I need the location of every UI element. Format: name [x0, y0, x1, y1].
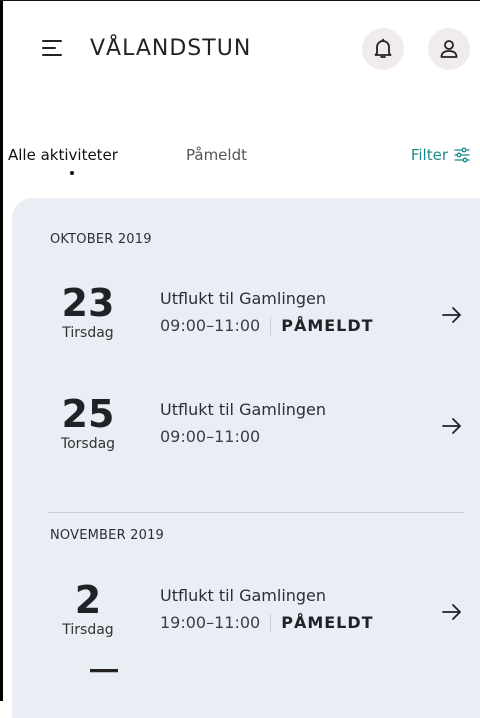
tab-bar: Alle aktiviteter Påmeldt Filter	[0, 140, 480, 180]
event-day-number: 2	[74, 578, 102, 622]
event-info: Utflukt til Gamlingen 09:00–11:00	[160, 400, 326, 446]
status-badge: PÅMELDT	[281, 613, 374, 632]
event-row[interactable]: 2 Tirsdag Utflukt til Gamlingen 19:00–11…	[48, 580, 468, 658]
bell-icon	[374, 38, 392, 58]
active-tab-indicator	[70, 171, 74, 175]
section-title-november: NOVEMBER 2019	[50, 528, 165, 543]
arrow-right-icon[interactable]	[438, 303, 468, 327]
event-meta: 09:00–11:00 PÅMELDT	[160, 316, 374, 335]
arrow-right-icon[interactable]	[438, 600, 468, 624]
event-date: 23 Tirsdag	[48, 283, 128, 341]
user-icon	[440, 40, 458, 58]
app-title: VÅLANDSTUN	[90, 36, 252, 61]
event-title: Utflukt til Gamlingen	[160, 586, 327, 605]
meta-separator	[270, 316, 272, 335]
app-header: VÅLANDSTUN	[30, 24, 472, 74]
event-time: 19:00–11:00	[160, 613, 261, 632]
section-divider	[48, 512, 464, 513]
event-day-number: 25	[61, 392, 115, 436]
event-meta: 09:00–11:00	[160, 427, 326, 446]
event-meta: 19:00–11:00 PÅMELDT	[160, 613, 374, 632]
window-edge	[0, 0, 3, 701]
meta-separator	[270, 613, 272, 632]
notifications-button[interactable]	[362, 28, 404, 70]
event-weekday: Tirsdag	[62, 325, 114, 341]
event-info: Utflukt til Gamlingen 19:00–11:00 PÅMELD…	[160, 586, 374, 632]
tab-all-activities[interactable]: Alle aktiviteter	[8, 146, 118, 164]
event-title: Utflukt til Gamlingen	[160, 289, 327, 308]
event-date: 2 Tirsdag	[48, 580, 128, 638]
event-title: Utflukt til Gamlingen	[160, 400, 327, 419]
filter-button[interactable]: Filter	[411, 146, 470, 164]
event-row[interactable]: 23 Tirsdag Utflukt til Gamlingen 09:00–1…	[48, 283, 468, 361]
event-weekday: Torsdag	[60, 436, 116, 452]
arrow-right-icon[interactable]	[438, 414, 468, 438]
filter-icon	[454, 147, 470, 163]
status-badge: PÅMELDT	[281, 316, 374, 335]
section-title-october: OKTOBER 2019	[50, 232, 152, 247]
event-weekday: Tirsdag	[62, 622, 114, 638]
profile-button[interactable]	[428, 28, 470, 70]
next-event-day-number-clipped	[90, 669, 118, 677]
window-edge-top	[0, 0, 480, 1]
event-time: 09:00–11:00	[160, 427, 261, 446]
event-time: 09:00–11:00	[160, 316, 261, 335]
event-date: 25 Torsdag	[48, 394, 128, 452]
event-day-number: 23	[61, 281, 115, 325]
hamburger-icon[interactable]	[42, 40, 64, 58]
filter-label: Filter	[410, 146, 448, 164]
event-row[interactable]: 25 Torsdag Utflukt til Gamlingen 09:00–1…	[48, 394, 468, 472]
tab-registered[interactable]: Påmeldt	[186, 146, 247, 164]
event-info: Utflukt til Gamlingen 09:00–11:00 PÅMELD…	[160, 289, 374, 335]
